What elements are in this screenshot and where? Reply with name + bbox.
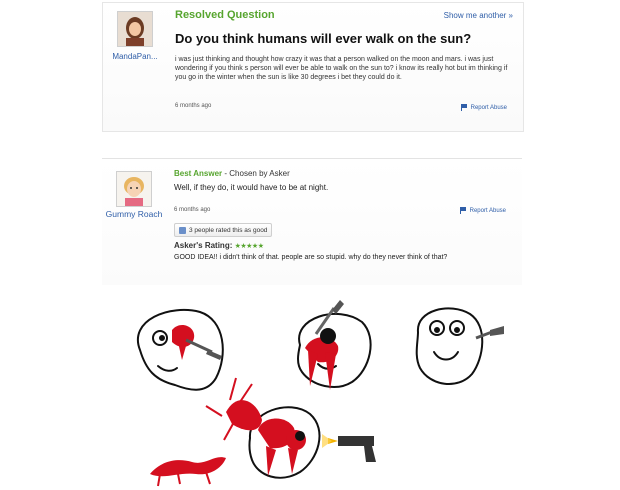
askers-rating: Asker's Rating: ★★★★★ <box>174 241 264 250</box>
flag-icon <box>460 104 468 111</box>
asker-name[interactable]: MandaPan... <box>105 51 165 62</box>
askers-rating-label: Asker's Rating: <box>174 241 233 250</box>
answer-text: Well, if they do, it would have to be at… <box>174 183 329 192</box>
thumb-up-icon <box>179 226 186 234</box>
question-report-abuse-link[interactable]: Report Abuse <box>460 104 507 111</box>
question-body: i was just thinking and thought how craz… <box>175 56 508 81</box>
rated-good-button[interactable]: 3 people rated this as good <box>174 223 273 237</box>
asker-avatar[interactable] <box>117 11 153 47</box>
flag-icon <box>459 207 467 214</box>
best-answer-label: Best Answer <box>174 169 223 178</box>
answerer-avatar-icon <box>117 172 151 206</box>
question-panel: MandaPan... Resolved Question Show me an… <box>102 2 524 132</box>
best-answer-header: Best Answer - Chosen by Asker <box>174 169 290 178</box>
rating-comment: GOOD IDEA!! i didn't think of that. peop… <box>174 254 448 261</box>
question-time: 6 months ago <box>175 103 212 109</box>
answer-report-label: Report Abuse <box>469 207 506 214</box>
answer-report-abuse-link[interactable]: Report Abuse <box>459 207 506 214</box>
asker-avatar-icon <box>118 12 152 46</box>
rating-stars: ★★★★★ <box>234 243 264 250</box>
answerer-avatar[interactable] <box>116 171 152 207</box>
rated-text: 3 people rated this as good <box>189 226 268 234</box>
answer-panel: Gummy Roach Best Answer - Chosen by Aske… <box>102 158 522 285</box>
stickface-smile <box>415 307 484 386</box>
question-title: Do you think humans will ever walk on th… <box>175 31 472 46</box>
question-report-label: Report Abuse <box>470 104 507 111</box>
answer-time: 6 months ago <box>174 207 211 213</box>
resolved-question-label: Resolved Question <box>175 9 275 21</box>
rage-comic <box>137 300 504 487</box>
gun-icon <box>322 434 376 462</box>
answerer-name[interactable]: Gummy Roach <box>104 209 164 220</box>
chosen-by-label: - Chosen by Asker <box>222 169 290 178</box>
show-another-link[interactable]: Show me another » <box>444 11 513 20</box>
